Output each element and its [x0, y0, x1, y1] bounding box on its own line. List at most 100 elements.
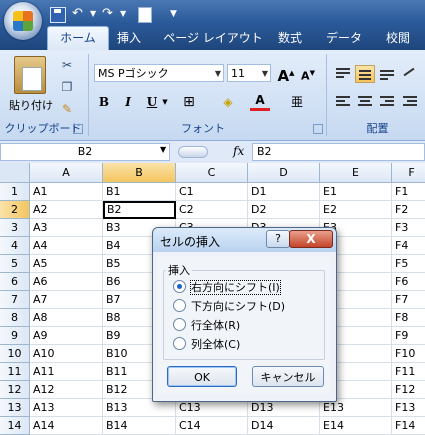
chevron-down-icon[interactable]: ▼ — [215, 65, 221, 83]
grid-cell[interactable]: F9 — [392, 327, 425, 345]
grid-cell[interactable]: A4 — [30, 237, 103, 255]
radio-button-icon[interactable] — [173, 299, 186, 312]
column-header-c[interactable]: C — [176, 163, 248, 183]
grid-cell[interactable]: F3 — [392, 219, 425, 237]
row-header[interactable]: 7 — [0, 291, 30, 309]
font-size-combo[interactable]: 11 ▼ — [227, 64, 271, 82]
column-header-f[interactable]: F — [392, 163, 425, 183]
print-preview-icon[interactable] — [138, 7, 152, 23]
tab-review[interactable]: 校閲 — [378, 27, 418, 49]
font-name-combo[interactable]: MS Pゴシック ▼ — [94, 64, 224, 82]
radio-label[interactable]: 行全体(R) — [191, 319, 240, 332]
copy-icon[interactable]: ❐ — [60, 80, 74, 94]
bold-button[interactable]: B — [96, 92, 112, 112]
align-left-button[interactable] — [333, 93, 353, 111]
insert-option-radio[interactable]: 下方向にシフト(D) — [173, 299, 285, 315]
select-all-corner[interactable] — [0, 163, 30, 183]
grid-cell[interactable]: E14 — [320, 417, 392, 435]
indent-button[interactable] — [400, 93, 420, 111]
insert-function-icon[interactable]: fx — [233, 144, 244, 158]
fill-color-icon[interactable]: ◈ — [218, 92, 238, 112]
grid-cell[interactable]: A1 — [30, 183, 103, 201]
grid-cell[interactable]: A2 — [30, 201, 103, 219]
grid-cell[interactable]: F4 — [392, 237, 425, 255]
grid-cell[interactable]: F2 — [392, 201, 425, 219]
radio-label[interactable]: 下方向にシフト(D) — [191, 300, 285, 313]
cut-icon[interactable]: ✂ — [60, 58, 74, 72]
row-header[interactable]: 11 — [0, 363, 30, 381]
grid-cell[interactable]: A5 — [30, 255, 103, 273]
tab-page-layout[interactable]: ページ レイアウト — [157, 27, 269, 49]
shrink-font-button[interactable]: A▼ — [298, 63, 318, 83]
row-header[interactable]: 6 — [0, 273, 30, 291]
radio-label[interactable]: 右方向にシフト(I) — [190, 280, 281, 295]
grow-font-button[interactable]: A▲ — [276, 63, 296, 85]
borders-icon[interactable]: ⊞ — [178, 92, 200, 112]
align-middle-button[interactable] — [355, 65, 375, 83]
radio-button-icon[interactable] — [173, 337, 186, 350]
font-color-button[interactable]: A — [250, 92, 270, 111]
tab-formulas[interactable]: 数式 — [270, 27, 310, 49]
grid-cell[interactable]: C2 — [176, 201, 248, 219]
row-header[interactable]: 5 — [0, 255, 30, 273]
column-header-b[interactable]: B — [103, 163, 176, 183]
grid-cell[interactable]: A12 — [30, 381, 103, 399]
grid-cell[interactable]: A6 — [30, 273, 103, 291]
column-header-e[interactable]: E — [320, 163, 392, 183]
italic-button[interactable]: I — [120, 92, 136, 112]
office-button[interactable] — [4, 2, 42, 40]
chevron-down-icon[interactable]: ▼ — [160, 92, 170, 112]
row-header[interactable]: 14 — [0, 417, 30, 435]
tab-data[interactable]: データ — [318, 27, 370, 49]
align-top-button[interactable] — [333, 65, 353, 83]
row-header[interactable]: 10 — [0, 345, 30, 363]
redo-dropdown-icon[interactable]: ▼ — [120, 6, 126, 22]
grid-cell[interactable]: A3 — [30, 219, 103, 237]
radio-button-icon[interactable] — [173, 280, 186, 293]
radio-label[interactable]: 列全体(C) — [191, 338, 240, 351]
close-button[interactable]: X — [289, 230, 333, 248]
insert-option-radio[interactable]: 列全体(C) — [173, 337, 240, 353]
grid-cell[interactable]: E1 — [320, 183, 392, 201]
row-header[interactable]: 9 — [0, 327, 30, 345]
cancel-button[interactable]: キャンセル — [252, 366, 324, 387]
ok-button[interactable]: OK — [167, 366, 237, 387]
font-launcher-icon[interactable] — [313, 124, 323, 134]
grid-cell[interactable]: A11 — [30, 363, 103, 381]
grid-cell[interactable]: F14 — [392, 417, 425, 435]
tab-insert[interactable]: 挿入 — [108, 27, 150, 49]
grid-cell[interactable]: C1 — [176, 183, 248, 201]
formula-input[interactable]: B2 — [252, 143, 425, 161]
orientation-button[interactable] — [400, 65, 420, 83]
tab-home[interactable]: ホーム — [47, 26, 109, 51]
grid-cell[interactable]: D14 — [248, 417, 320, 435]
dialog-titlebar[interactable]: セルの挿入 ? X — [153, 228, 336, 252]
grid-cell[interactable]: F10 — [392, 345, 425, 363]
row-header[interactable]: 8 — [0, 309, 30, 327]
column-header-d[interactable]: D — [248, 163, 320, 183]
grid-cell[interactable]: F6 — [392, 273, 425, 291]
undo-dropdown-icon[interactable]: ▼ — [90, 6, 96, 22]
grid-cell[interactable]: A14 — [30, 417, 103, 435]
save-icon[interactable] — [50, 7, 66, 23]
align-right-button[interactable] — [377, 93, 397, 111]
name-box[interactable]: B2 — [0, 143, 170, 161]
insert-option-radio[interactable]: 行全体(R) — [173, 318, 240, 334]
column-header-a[interactable]: A — [30, 163, 103, 183]
grid-cell[interactable]: F11 — [392, 363, 425, 381]
grid-cell[interactable]: A7 — [30, 291, 103, 309]
chevron-down-icon[interactable]: ▼ — [160, 145, 166, 154]
format-painter-icon[interactable]: ✎ — [60, 102, 74, 116]
radio-button-icon[interactable] — [173, 318, 186, 331]
grid-cell[interactable]: A9 — [30, 327, 103, 345]
grid-cell[interactable]: F8 — [392, 309, 425, 327]
align-bottom-button[interactable] — [377, 65, 397, 83]
redo-icon[interactable]: ↷ — [102, 6, 113, 22]
phonetic-icon[interactable]: 亜 — [286, 92, 308, 112]
grid-cell[interactable]: A13 — [30, 399, 103, 417]
row-header[interactable]: 1 — [0, 183, 30, 201]
grid-cell[interactable]: F7 — [392, 291, 425, 309]
row-header[interactable]: 12 — [0, 381, 30, 399]
row-header[interactable]: 4 — [0, 237, 30, 255]
grid-cell[interactable]: D1 — [248, 183, 320, 201]
